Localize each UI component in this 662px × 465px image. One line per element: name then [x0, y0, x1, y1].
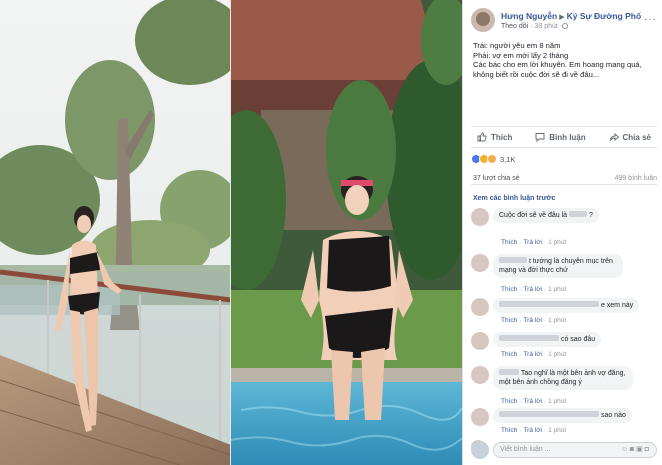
- comment-time[interactable]: 1 phút: [548, 239, 566, 246]
- photo-area: [0, 0, 462, 465]
- reaction-count: 3,1K: [500, 154, 516, 164]
- write-comment-box: Viết bình luận ... ☺◙▣◘: [471, 441, 657, 459]
- post-meta: Theo dõi · 38 phút: [501, 23, 568, 30]
- comment-reply-link[interactable]: Trả lời: [523, 286, 541, 293]
- gif-icon[interactable]: ▣: [636, 446, 645, 453]
- group-name[interactable]: Ký Sự Đường Phố: [567, 11, 642, 21]
- comment-bubble: sao nào: [493, 408, 632, 423]
- comment-time[interactable]: 1 phút: [548, 317, 566, 324]
- comment-count: 499 bình luận: [614, 175, 657, 182]
- comment-meta: Thích · Trả lời · 1 phút: [501, 427, 567, 434]
- post-text: Trái: người yêu em 8 năm Phải: vợ em mới…: [473, 41, 657, 79]
- author-avatar[interactable]: [471, 8, 495, 32]
- commenter-avatar[interactable]: [471, 208, 489, 226]
- author-name[interactable]: Hưng Nguyễn: [501, 11, 557, 21]
- action-bar: Thích Bình luận Chia sẻ: [471, 126, 657, 148]
- sticker-icon[interactable]: ◘: [645, 446, 651, 453]
- arrow-right-icon: ▶: [559, 14, 565, 21]
- redacted-text: [568, 211, 587, 217]
- comment-bubble: e xem này: [493, 298, 640, 313]
- comment-reply-link[interactable]: Trả lời: [523, 317, 541, 324]
- post-text-line: Các bác cho em lời khuyên. Em hoang mang…: [473, 60, 642, 69]
- emoji-icon[interactable]: ☺: [621, 446, 630, 453]
- comment-reply-link[interactable]: Trả lời: [523, 239, 541, 246]
- post-text-line: Phải: vợ em mới lấy 2 tháng: [473, 50, 569, 60]
- comment-suffix: ?: [588, 212, 593, 219]
- comment-time[interactable]: 1 phút: [548, 351, 566, 358]
- wow-reaction-icon: [487, 154, 497, 164]
- comment-like-link[interactable]: Thích: [501, 286, 517, 293]
- post-time[interactable]: 38 phút: [535, 23, 558, 30]
- comment-bubble: Cuộc đời sẽ về đâu là ?: [493, 208, 599, 223]
- like-button[interactable]: Thích: [477, 132, 512, 142]
- commenter-avatar[interactable]: [471, 366, 489, 384]
- current-user-avatar: [471, 441, 489, 459]
- share-label: Chia sẻ: [622, 132, 651, 142]
- comment-time[interactable]: 1 phút: [548, 427, 566, 434]
- meta-separator: ·: [530, 23, 533, 30]
- share-button[interactable]: Chia sẻ: [609, 132, 651, 142]
- comment-meta: Thích · Trả lời · 1 phút: [501, 317, 567, 324]
- comment-icon: [535, 133, 545, 142]
- comment-text: Cuộc đời sẽ về đâu là: [499, 212, 568, 219]
- comment-reply-link[interactable]: Trả lời: [523, 351, 541, 358]
- share-icon: [609, 133, 619, 141]
- comment-reply-link[interactable]: Trả lời: [523, 427, 541, 434]
- comment-like-link[interactable]: Thích: [501, 427, 517, 434]
- comment-button[interactable]: Bình luận: [535, 132, 586, 142]
- commenter-avatar[interactable]: [471, 298, 489, 316]
- post-panel: Hưng Nguyễn ▶ Ký Sự Đường Phố Theo dõi · 3…: [462, 0, 662, 465]
- photo-left[interactable]: [0, 0, 231, 465]
- comment-bubble: có sao đâu: [493, 332, 602, 347]
- comment-text: có sao đâu: [560, 336, 596, 343]
- comment-text: e xem này: [600, 302, 634, 309]
- author-line: Hưng Nguyễn ▶ Ký Sự Đường Phố: [501, 11, 641, 21]
- comment-meta: Thích · Trả lời · 1 phút: [501, 351, 567, 358]
- comment-label: Bình luận: [549, 132, 586, 142]
- comment-time[interactable]: 1 phút: [548, 286, 566, 293]
- comment-reply-link[interactable]: Trả lời: [523, 398, 541, 405]
- comment-like-link[interactable]: Thích: [501, 351, 517, 358]
- post-text-line: Trái: người yêu em 8 năm: [473, 41, 561, 50]
- commenter-avatar[interactable]: [471, 254, 489, 272]
- comment-like-link[interactable]: Thích: [501, 239, 517, 246]
- redacted-text: [499, 411, 599, 417]
- thumbs-up-icon: [477, 132, 487, 142]
- globe-icon: [561, 23, 568, 29]
- commenter-avatar[interactable]: [471, 408, 489, 426]
- like-label: Thích: [491, 132, 513, 142]
- post-text-line: không biết rồi cuộc đời sẽ đi về đâu...: [473, 69, 600, 79]
- post-header: Hưng Nguyễn ▶ Ký Sự Đường Phố Theo dõi · 3…: [471, 8, 657, 38]
- comment-like-link[interactable]: Thích: [501, 398, 517, 405]
- more-options-icon[interactable]: ···: [644, 14, 657, 25]
- redacted-text: [499, 257, 527, 263]
- reactions-summary[interactable]: 3,1K: [471, 153, 515, 165]
- share-count[interactable]: 37 lượt chia sẻ: [473, 175, 520, 182]
- comment-time[interactable]: 1 phút: [548, 398, 566, 405]
- redacted-text: [499, 301, 599, 307]
- view-previous-comments[interactable]: Xem các bình luận trước: [473, 195, 555, 202]
- commenter-avatar[interactable]: [471, 332, 489, 350]
- comment-text: sao nào: [600, 412, 626, 419]
- comment-input-icons: ☺◙▣◘: [621, 445, 651, 453]
- comment-bubble: t tưởng là chuyên mục trên mạng và đời t…: [493, 254, 623, 278]
- photo-right[interactable]: [231, 0, 462, 465]
- comment-meta: Thích · Trả lời · 1 phút: [501, 398, 567, 405]
- redacted-text: [499, 335, 559, 341]
- redacted-text: [499, 369, 519, 375]
- stats-line: 37 lượt chia sẻ 499 bình luận: [471, 171, 657, 185]
- comment-meta: Thích · Trả lời · 1 phút: [501, 239, 567, 246]
- follow-link[interactable]: Theo dõi: [501, 23, 528, 30]
- comment-meta: Thích · Trả lời · 1 phút: [501, 286, 567, 293]
- comment-bubble: Tao nghĩ là một bên ảnh vợ đăng, một bên…: [493, 366, 633, 390]
- comment-like-link[interactable]: Thích: [501, 317, 517, 324]
